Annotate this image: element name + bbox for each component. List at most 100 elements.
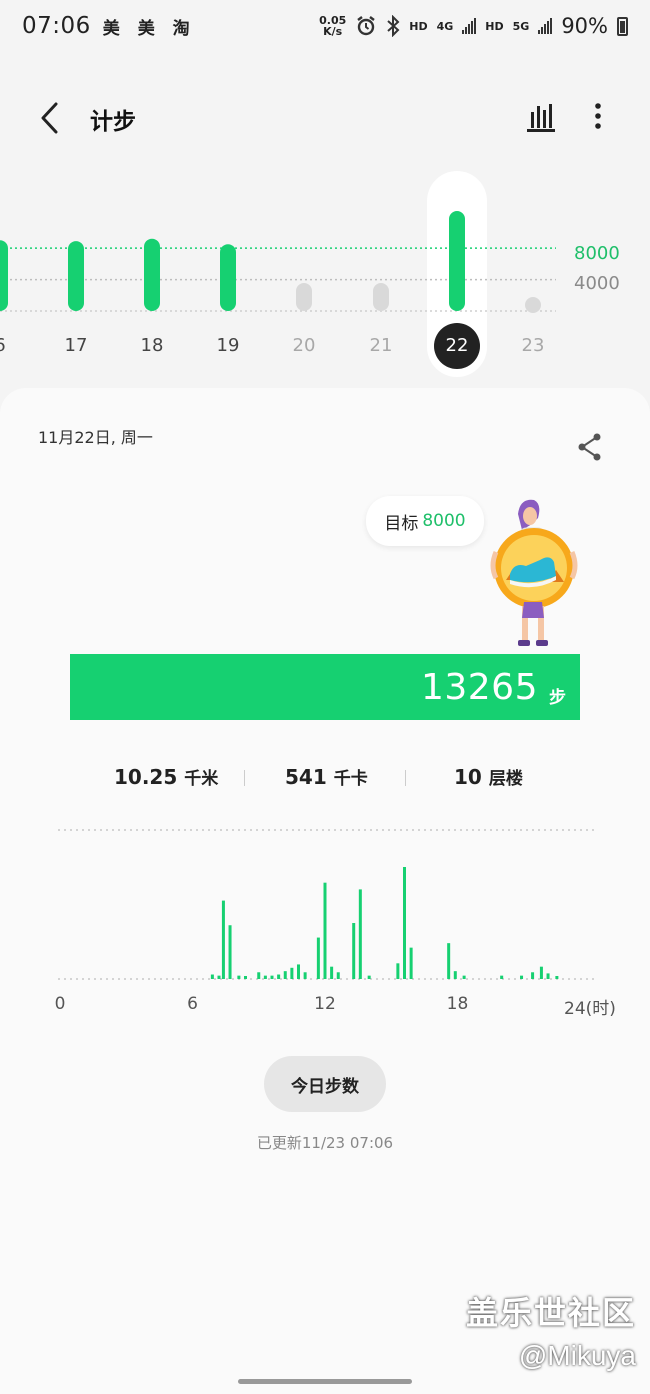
hourly-bar [520,975,524,979]
goal-label: 目标 [384,513,419,534]
day-label[interactable]: 22 [434,323,480,369]
goal-line-label: 8000 [574,243,620,264]
hourly-bar [257,972,261,979]
network-speed-unit: K/s [323,25,343,38]
hourly-bar [531,972,535,979]
goal-bubble: 目标 8000 [366,496,484,546]
total-steps-value: 13265 [420,667,538,708]
share-icon[interactable] [575,431,605,463]
hourly-bar [237,975,241,979]
hourly-bar [367,975,371,979]
hourly-bar [555,976,559,979]
status-app-icons: 美 美 淘 [102,18,196,39]
calories-unit: 千卡 [333,769,368,789]
hourly-bar [500,975,504,979]
hourly-bar [303,972,307,979]
hourly-steps-chart: 0 6 12 18 24(时) [0,818,650,1019]
distance-value: 10.25 [114,765,178,789]
day-bar[interactable] [220,244,236,311]
status-bar: 07:06 美 美 淘 0.05 K/s HD 4G HD 5G 90% [0,0,650,52]
hourly-bar [462,975,466,979]
mascot-illustration [490,499,578,646]
network-speed: 0.05 K/s [319,15,346,37]
day-bar[interactable] [449,211,465,311]
hourly-bar [210,974,214,979]
day-bar[interactable] [296,283,312,311]
hourly-bar [297,964,300,979]
distance-unit: 千米 [184,769,219,789]
battery-icon [617,16,628,36]
hd-label: HD [409,19,428,33]
day-bar[interactable] [373,283,389,311]
total-steps-bar: 13265 步 [70,654,580,720]
hourly-bar [396,963,400,979]
status-indicators: 0.05 K/s HD 4G HD 5G 90% [319,14,628,38]
hourly-bar [217,975,221,979]
hourly-bar [290,967,294,979]
hourly-bar [447,943,451,979]
half-goal-line-label: 4000 [574,273,620,294]
weekly-steps-chart[interactable]: 8000 4000 6 17 18 19 20 21 22 23 [0,165,650,385]
bar-chart-icon[interactable] [524,100,558,134]
activity-stats: 10.25 千米 541 千卡 10 层楼 [0,760,650,796]
hd-label-2: HD [485,19,504,33]
status-time: 07:06 [22,13,91,39]
day-label[interactable]: 20 [282,335,326,356]
more-vertical-icon[interactable] [586,100,610,134]
selected-date: 11月22日, 周一 [38,428,153,447]
total-steps-unit: 步 [549,688,566,708]
floors-stat: 10 层楼 [454,764,523,789]
hourly-bar [221,900,225,979]
hourly-bar [539,966,543,979]
today-steps-button[interactable]: 今日步数 [264,1056,386,1112]
hourly-bars [58,829,594,980]
day-label[interactable]: 19 [206,335,250,356]
alarm-icon [357,16,375,36]
goal-value: 8000 [422,511,466,531]
hourly-bar [316,937,320,979]
watermark-community: 盖乐世社区 [465,1295,636,1331]
signal-icon [462,18,477,34]
stat-divider [244,770,245,786]
day-label[interactable]: 23 [511,335,555,356]
home-indicator[interactable] [238,1379,412,1384]
last-updated-text: 已更新11/23 07:06 [256,1134,394,1152]
distance-stat: 10.25 千米 [114,764,218,789]
hourly-bar [323,882,327,979]
hourly-bar [409,947,413,979]
calories-value: 541 [285,765,327,789]
hourly-bar [244,976,247,979]
hour-axis-label: 24(时) [564,999,616,1019]
bluetooth-icon [387,15,400,37]
network-type-label-2: 5G [512,19,530,33]
battery-percent: 90% [561,14,608,38]
day-label[interactable]: 18 [130,335,174,356]
day-bar[interactable] [0,240,8,311]
hour-axis-label: 0 [54,994,66,1014]
hourly-bar [270,975,274,979]
hourly-bar [283,971,287,979]
back-arrow-icon[interactable] [34,100,68,136]
hour-axis-label: 12 [314,994,336,1014]
day-bar[interactable] [68,241,84,311]
floors-value: 10 [454,765,482,789]
day-label[interactable]: 6 [0,335,22,356]
hourly-bar [263,975,267,979]
app-header: 计步 [0,90,650,146]
hourly-bar [352,923,356,979]
day-bar[interactable] [144,238,160,311]
day-detail-card: 11月22日, 周一 目标 8000 13265 步 10.25 千米 541 … [0,388,650,1394]
floors-unit: 层楼 [488,769,523,789]
hourly-bar [453,971,457,979]
hour-axis-label: 6 [187,994,198,1014]
hourly-bar [358,889,362,979]
day-bar[interactable] [525,297,541,313]
hourly-bar [336,972,340,979]
day-label[interactable]: 17 [54,335,98,356]
stat-divider [405,770,406,786]
hourly-bar [403,867,406,979]
watermark-author: @Mikuya [518,1340,636,1371]
calories-stat: 541 千卡 [285,764,368,789]
day-label[interactable]: 21 [359,335,403,356]
hour-axis-label: 18 [446,994,469,1014]
